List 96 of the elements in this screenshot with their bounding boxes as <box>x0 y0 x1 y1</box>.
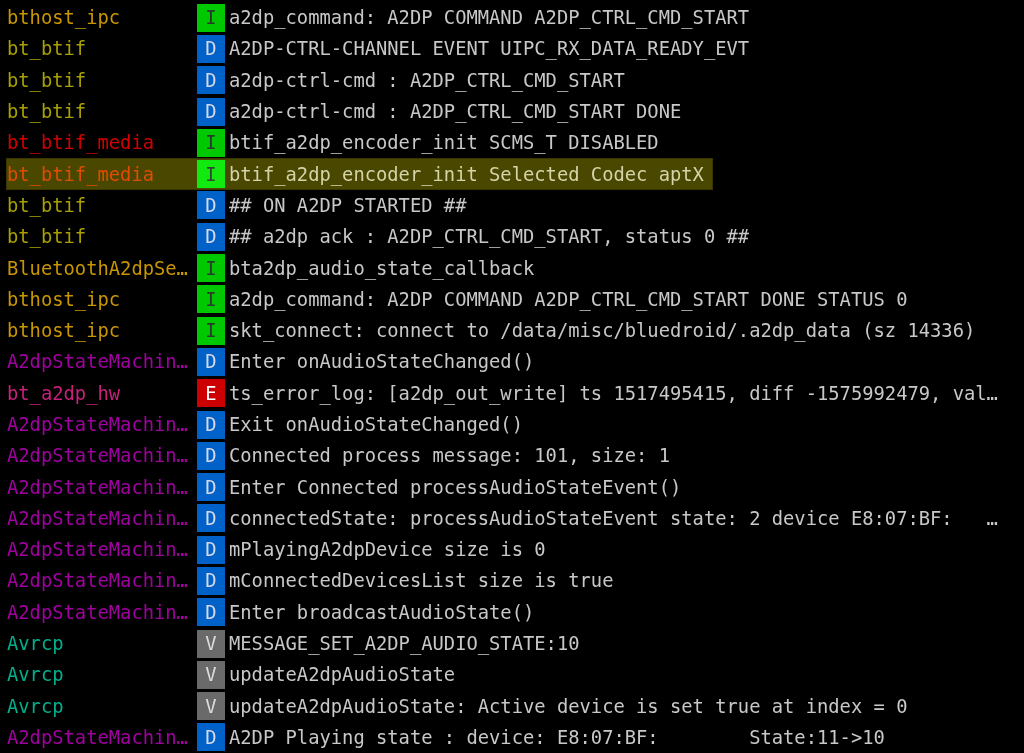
log-row[interactable]: bthost_ipc I a2dp_command: A2DP COMMAND A2DP_CTRL_CMD_START <box>6 2 759 34</box>
log-tag: bt_btif <box>7 101 197 123</box>
log-message: Exit onAudioStateChanged() <box>229 414 523 435</box>
log-message: btif_a2dp_encoder_init Selected Codec aptX <box>229 163 704 185</box>
log-row[interactable]: bt_btif D a2dp-ctrl-cmd : A2DP_CTRL_CMD_START <box>6 64 634 96</box>
log-message: btif_a2dp_encoder_init SCMS_T DISABLED <box>229 132 659 154</box>
log-tag: bt_a2dp_hw <box>7 382 197 404</box>
priority-badge: E <box>197 379 225 408</box>
log-message: A2DP-CTRL-CHANNEL EVENT UIPC_RX_DATA_READY_EVT <box>229 38 750 60</box>
log-tag: Avrcp <box>7 664 197 686</box>
log-row[interactable]: bt_btif D ## a2dp ack : A2DP_CTRL_CMD_START, status 0 ## <box>6 221 759 253</box>
log-message: connectedState: processAudioStateEvent state: 2 device E8:07:BF: … <box>229 507 998 529</box>
log-row[interactable]: BluetoothA2dpSe… I bta2dp_audio_state_callback <box>6 252 544 284</box>
log-row[interactable]: A2dpStateMachin… D Connected process message: 101, size: 1 <box>6 440 679 472</box>
log-tag: bt_btif <box>7 226 197 248</box>
priority-badge: I <box>197 3 225 32</box>
log-message: bta2dp_audio_state_callback <box>229 257 535 279</box>
priority-badge: D <box>197 66 225 95</box>
log-message: a2dp-ctrl-cmd : A2DP_CTRL_CMD_START <box>229 69 625 91</box>
log-tag: bthost_ipc <box>7 7 197 29</box>
log-tag: bt_btif_media <box>7 163 197 185</box>
log-tag: Avrcp <box>7 633 197 655</box>
priority-badge: D <box>197 723 225 752</box>
log-row[interactable]: Avrcp V MESSAGE_SET_A2DP_AUDIO_STATE:10 <box>6 627 589 660</box>
priority-badge: D <box>197 473 225 502</box>
log-message: skt_connect: connect to /data/misc/bluedroid/.a2dp_data (sz 14336) <box>229 320 976 342</box>
log-row[interactable]: bt_btif_media I btif_a2dp_encoder_init SCMS_T DISABLED <box>6 127 668 159</box>
log-row[interactable]: bt_btif D A2DP-CTRL-CHANNEL EVENT UIPC_RX_DATA_READY_EVT <box>6 33 759 65</box>
log-message: updateA2dpAudioState: Active device is set true at index = 0 <box>229 695 908 717</box>
log-message: mConnectedDevicesList size is true <box>229 570 614 592</box>
priority-badge: D <box>197 410 225 439</box>
log-row[interactable]: bt_a2dp_hw E ts_error_log: [a2dp_out_write] ts 1517495415, diff -1575992479, val… <box>6 377 1007 409</box>
priority-badge: D <box>197 347 225 376</box>
priority-badge: D <box>197 567 225 595</box>
log-row[interactable]: A2dpStateMachin… D mConnectedDevicesList size is true <box>6 565 623 597</box>
log-tag: bt_btif_media <box>7 132 197 154</box>
log-tag: bt_btif <box>7 69 197 91</box>
log-row[interactable]: bt_btif D ## ON A2DP STARTED ## <box>6 189 476 222</box>
log-tag: A2dpStateMachin… <box>7 601 197 623</box>
priority-badge: D <box>197 535 225 564</box>
priority-badge: D <box>197 598 225 627</box>
log-message: updateA2dpAudioState <box>229 664 456 686</box>
log-row[interactable]: Avrcp V updateA2dpAudioState: Active device is set true at index = 0 <box>6 690 917 722</box>
log-message: ## a2dp ack : A2DP_CTRL_CMD_START, status 0 ## <box>229 226 750 248</box>
log-row[interactable]: bt_btif_media I btif_a2dp_encoder_init Selected Codec aptX <box>6 158 713 190</box>
log-tag: bt_btif <box>7 38 197 60</box>
log-row[interactable]: bthost_ipc I skt_connect: connect to /data/misc/bluedroid/.a2dp_data (sz 14336) <box>6 314 985 347</box>
log-message: ## ON A2DP STARTED ## <box>229 194 467 216</box>
log-tag: A2dpStateMachin… <box>7 476 197 498</box>
priority-badge: V <box>197 629 225 658</box>
log-row[interactable]: A2dpStateMachin… D A2DP Playing state : device: E8:07:BF: State:11->10 <box>6 721 894 753</box>
log-message: Enter broadcastAudioState() <box>229 601 535 623</box>
log-tag: A2dpStateMachin… <box>7 570 197 592</box>
priority-badge: D <box>197 441 225 470</box>
priority-badge: I <box>197 285 225 314</box>
log-tag: A2dpStateMachin… <box>7 539 197 561</box>
log-tag: BluetoothA2dpSe… <box>7 257 197 279</box>
priority-badge: D <box>197 34 225 63</box>
priority-badge: D <box>197 97 225 126</box>
log-message: Enter Connected processAudioStateEvent() <box>229 476 682 498</box>
log-message: A2DP Playing state : device: E8:07:BF: State:11->10 <box>229 726 885 748</box>
log-tag: bt_btif <box>7 194 197 216</box>
log-message: a2dp-ctrl-cmd : A2DP_CTRL_CMD_START DONE <box>229 101 682 123</box>
log-tag: bthost_ipc <box>7 320 197 342</box>
log-message: Connected process message: 101, size: 1 <box>229 445 670 467</box>
log-row[interactable]: A2dpStateMachin… D Enter broadcastAudioState() <box>6 596 544 628</box>
log-tag: Avrcp <box>7 695 197 717</box>
log-row[interactable]: bthost_ipc I a2dp_command: A2DP COMMAND A2DP_CTRL_CMD_START DONE STATUS 0 <box>6 283 917 315</box>
log-row[interactable]: Avrcp V updateA2dpAudioState <box>6 659 465 691</box>
log-tag: A2dpStateMachin… <box>7 351 197 373</box>
log-tag: A2dpStateMachin… <box>7 726 197 748</box>
priority-badge: D <box>197 191 225 220</box>
log-message: a2dp_command: A2DP COMMAND A2DP_CTRL_CMD_START <box>229 7 750 29</box>
priority-badge: D <box>197 504 225 533</box>
priority-badge: V <box>197 660 225 689</box>
log-row[interactable]: A2dpStateMachin… D Enter Connected processAudioStateEvent() <box>6 471 691 503</box>
log-row[interactable]: A2dpStateMachin… D Exit onAudioStateChanged() <box>6 408 532 441</box>
priority-badge: I <box>197 254 225 282</box>
log-tag: bthost_ipc <box>7 288 197 310</box>
log-message: a2dp_command: A2DP COMMAND A2DP_CTRL_CMD_START DONE STATUS 0 <box>229 288 908 310</box>
log-tag: A2dpStateMachin… <box>7 414 197 435</box>
log-row[interactable]: bt_btif D a2dp-ctrl-cmd : A2DP_CTRL_CMD_START DONE <box>6 95 691 128</box>
log-tag: A2dpStateMachin… <box>7 507 197 529</box>
log-message: mPlayingA2dpDevice size is 0 <box>229 539 546 561</box>
priority-badge: V <box>197 692 225 721</box>
log-message: ts_error_log: [a2dp_out_write] ts 1517495415, diff -1575992479, val… <box>229 382 998 404</box>
log-message: Enter onAudioStateChanged() <box>229 351 535 373</box>
log-row[interactable]: A2dpStateMachin… D Enter onAudioStateChanged() <box>6 346 544 378</box>
priority-badge: I <box>197 160 225 189</box>
log-row[interactable]: A2dpStateMachin… D mPlayingA2dpDevice size is 0 <box>6 534 555 566</box>
priority-badge: D <box>197 222 225 251</box>
log-message: MESSAGE_SET_A2DP_AUDIO_STATE:10 <box>229 633 580 655</box>
log-row[interactable]: A2dpStateMachin… D connectedState: processAudioStateEvent state: 2 device E8:07:BF: … <box>6 502 1007 535</box>
priority-badge: I <box>197 316 225 345</box>
priority-badge: I <box>197 128 225 157</box>
log-tag: A2dpStateMachin… <box>7 445 197 467</box>
